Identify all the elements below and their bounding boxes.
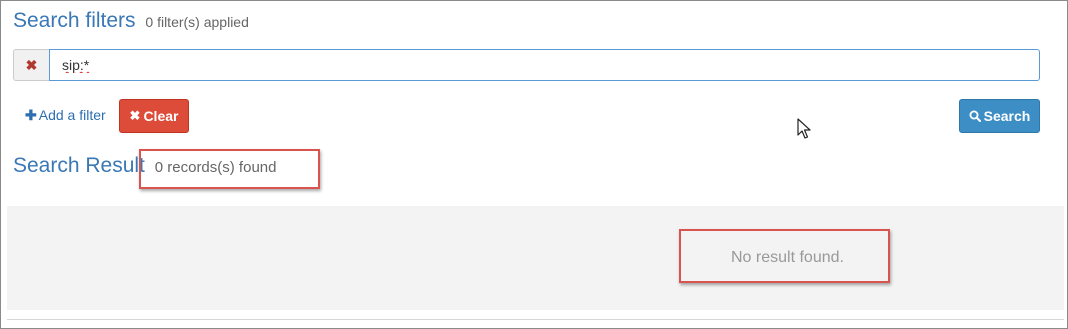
mouse-pointer-icon — [797, 118, 811, 139]
app-frame: Search filters 0 filter(s) applied ✖ ✚Ad… — [0, 0, 1068, 329]
filters-applied-count: 0 filter(s) applied — [145, 14, 249, 30]
search-icon — [969, 110, 981, 122]
search-result-title: Search Result — [13, 154, 145, 177]
search-filters-title: Search filters — [13, 9, 136, 32]
times-icon: ✖ — [129, 108, 141, 123]
add-filter-label: Add a filter — [38, 107, 106, 123]
clear-label: Clear — [143, 108, 179, 124]
clear-button[interactable]: ✖ Clear — [119, 99, 189, 133]
highlight-box-no-result — [679, 229, 890, 283]
remove-filter-button[interactable]: ✖ — [13, 49, 49, 81]
search-filters-header: Search filters 0 filter(s) applied — [13, 9, 249, 33]
results-panel — [7, 206, 1064, 310]
highlight-box-records — [139, 149, 320, 189]
search-button[interactable]: Search — [959, 99, 1040, 133]
add-filter-link[interactable]: ✚ Add a filter — [25, 107, 106, 124]
search-query-input[interactable] — [49, 49, 1040, 81]
divider — [7, 319, 1064, 320]
search-label: Search — [983, 108, 1031, 124]
times-icon: ✖ — [25, 56, 38, 73]
plus-icon: ✚ — [25, 107, 37, 123]
